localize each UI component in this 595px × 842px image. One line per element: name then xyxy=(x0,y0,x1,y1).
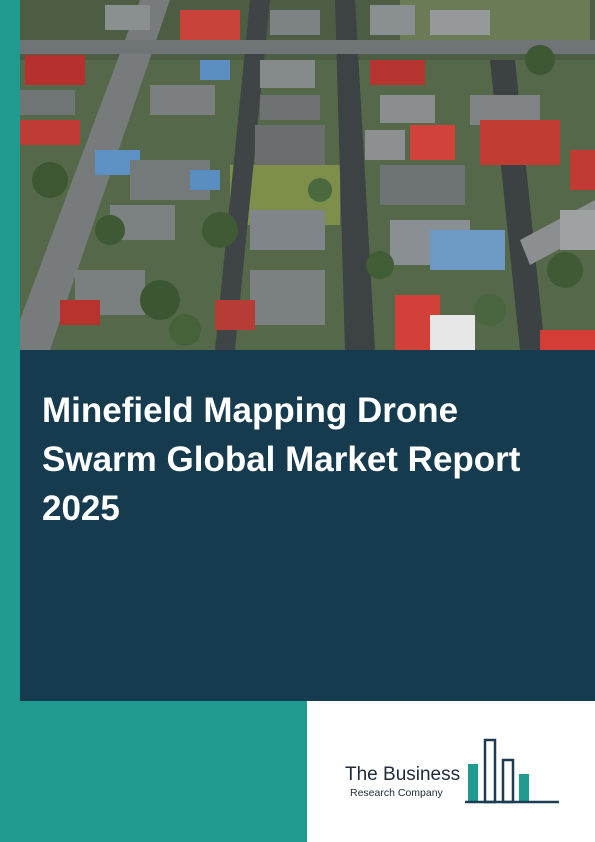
publisher-name: The Business xyxy=(345,764,461,785)
bottom-accent-block xyxy=(0,701,307,842)
title-panel: Minefield Mapping Drone Swarm Global Mar… xyxy=(20,350,595,701)
publisher-subtitle: Research Company xyxy=(350,787,443,799)
bar-chart-logo-icon xyxy=(465,738,559,804)
cover-aerial-photo xyxy=(20,0,595,350)
publisher-logo: The Business Research Company xyxy=(345,738,565,808)
aerial-neighborhood-icon xyxy=(20,0,595,350)
report-title: Minefield Mapping Drone Swarm Global Mar… xyxy=(42,391,521,528)
